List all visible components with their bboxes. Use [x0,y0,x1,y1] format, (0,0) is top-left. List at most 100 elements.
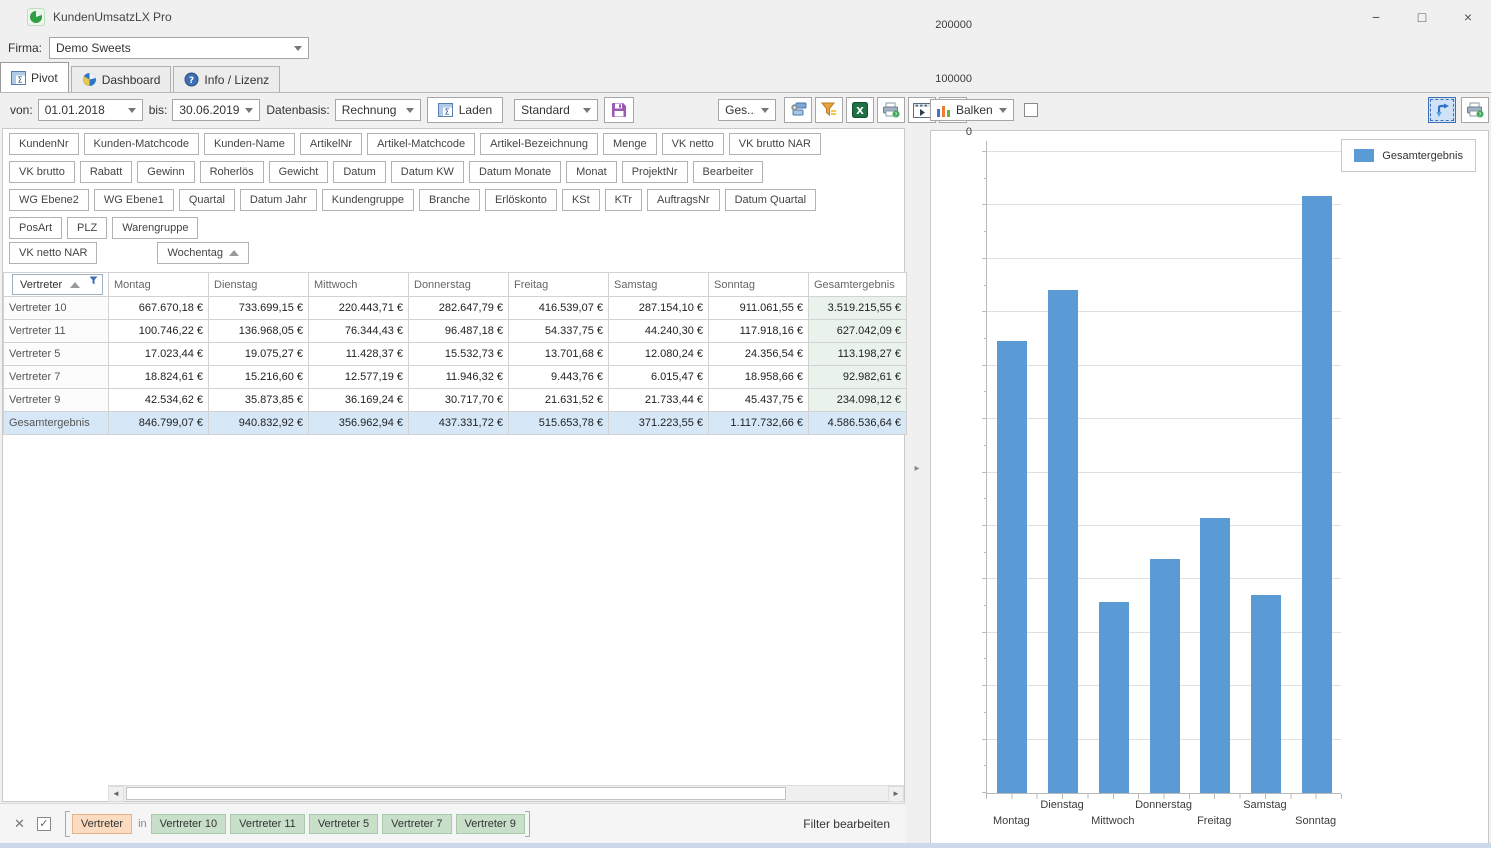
filter-value-chip-vertreter-10[interactable]: Vertreter 10 [151,814,226,834]
pivot-cell[interactable]: 21.733,44 € [609,389,709,412]
row-field-chip[interactable]: Vertreter [12,274,103,295]
pivot-cell[interactable]: 18.958,66 € [709,366,809,389]
field-chip-rabatt[interactable]: Rabatt [80,161,132,183]
pivot-cell[interactable]: 45.437,75 € [709,389,809,412]
column-header-sonntag[interactable]: Sonntag [709,273,809,297]
field-chip-ktr[interactable]: KTr [605,189,642,211]
field-chip-vk-brutto-nar[interactable]: VK brutto NAR [729,133,821,155]
chart-bar-freitag[interactable] [1200,518,1230,793]
field-chip-wg-ebene2[interactable]: WG Ebene2 [9,189,89,211]
field-chip-gewinn[interactable]: Gewinn [137,161,194,183]
field-chip-quartal[interactable]: Quartal [179,189,235,211]
pivot-cell[interactable]: 627.042,09 € [809,320,907,343]
pivot-cell[interactable]: 940.832,92 € [209,412,309,435]
pivot-cell[interactable]: 13.701,68 € [509,343,609,366]
column-field-chip[interactable]: Wochentag [157,242,248,264]
pivot-cell[interactable]: 21.631,52 € [509,389,609,412]
filter-edit-link[interactable]: Filter bearbeiten [803,817,890,831]
pivot-cell[interactable]: 4.586.536,64 € [809,412,907,435]
filter-button[interactable] [815,97,843,123]
pivot-cell[interactable]: 515.653,78 € [509,412,609,435]
pivot-cell[interactable]: 234.098,12 € [809,389,907,412]
pivot-cell[interactable]: 42.534,62 € [109,389,209,412]
field-chip-kundengruppe[interactable]: Kundengruppe [322,189,414,211]
field-chip-bearbeiter[interactable]: Bearbeiter [693,161,764,183]
field-chip-datum-quartal[interactable]: Datum Quartal [725,189,817,211]
print-preview-button[interactable]: ? [877,97,905,123]
pivot-cell[interactable]: 92.982,61 € [809,366,907,389]
field-chip-menge[interactable]: Menge [603,133,657,155]
scrollbar-track[interactable] [124,786,888,802]
chart-bar-samstag[interactable] [1251,595,1281,793]
tab-info-lizenz[interactable]: ? Info / Lizenz [173,66,280,92]
pivot-cell[interactable]: 12.080,24 € [609,343,709,366]
pivot-cell[interactable]: 437.331,72 € [409,412,509,435]
row-header-vertreter-9[interactable]: Vertreter 9 [4,389,109,412]
swap-axes-button[interactable] [1428,97,1456,123]
pivot-cell[interactable]: 113.198,27 € [809,343,907,366]
pivot-cell[interactable]: 220.443,71 € [309,297,409,320]
chart-bar-montag[interactable] [997,341,1027,793]
pivot-cell[interactable]: 35.873,85 € [209,389,309,412]
scroll-left-icon[interactable]: ◄ [108,786,124,802]
save-layout-button[interactable] [604,97,634,123]
field-chip-datum-jahr[interactable]: Datum Jahr [240,189,317,211]
pivot-cell[interactable]: 282.647,79 € [409,297,509,320]
pivot-cell[interactable]: 6.015,47 € [609,366,709,389]
column-header-donnerstag[interactable]: Donnerstag [409,273,509,297]
field-settings-button[interactable] [784,97,812,123]
field-chip-roherlös[interactable]: Roherlös [200,161,264,183]
field-chip-posart[interactable]: PosArt [9,217,62,239]
column-header-freitag[interactable]: Freitag [509,273,609,297]
column-header-gesamtergebnis[interactable]: Gesamtergebnis [809,273,907,297]
field-chip-gewicht[interactable]: Gewicht [269,161,329,183]
pivot-cell[interactable]: 12.577,19 € [309,366,409,389]
column-header-mittwoch[interactable]: Mittwoch [309,273,409,297]
pivot-cell[interactable]: 9.443,76 € [509,366,609,389]
field-chip-kundennr[interactable]: KundenNr [9,133,79,155]
pivot-cell[interactable]: 846.799,07 € [109,412,209,435]
row-header-gesamtergebnis[interactable]: Gesamtergebnis [4,412,109,435]
field-chip-kunden-matchcode[interactable]: Kunden-Matchcode [84,133,199,155]
field-chip-erlöskonto[interactable]: Erlöskonto [485,189,557,211]
filter-active-icon[interactable] [89,276,98,285]
pivot-cell[interactable]: 416.539,07 € [509,297,609,320]
pivot-cell[interactable]: 911.061,55 € [709,297,809,320]
tab-dashboard[interactable]: Dashboard [71,66,172,92]
field-chip-warengruppe[interactable]: Warengruppe [112,217,198,239]
pivot-cell[interactable]: 287.154,10 € [609,297,709,320]
column-header-montag[interactable]: Montag [109,273,209,297]
field-chip-monat[interactable]: Monat [566,161,617,183]
collapse-right-icon[interactable]: ▸ [914,463,919,474]
chart-bar-dienstag[interactable] [1048,290,1078,793]
pivot-cell[interactable]: 44.240,30 € [609,320,709,343]
pivot-cell[interactable]: 136.968,05 € [209,320,309,343]
chart-bar-sonntag[interactable] [1302,196,1332,793]
remove-filter-icon[interactable]: ✕ [14,816,25,832]
von-date-select[interactable]: 01.01.2018 [38,99,143,121]
field-chip-datum-kw[interactable]: Datum KW [391,161,464,183]
field-chip-datum[interactable]: Datum [333,161,385,183]
pivot-cell[interactable]: 15.532,73 € [409,343,509,366]
field-chip-projektnr[interactable]: ProjektNr [622,161,688,183]
chart-bar-donnerstag[interactable] [1150,559,1180,793]
pivot-cell[interactable]: 30.717,70 € [409,389,509,412]
field-chip-kst[interactable]: KSt [562,189,600,211]
row-header-vertreter-7[interactable]: Vertreter 7 [4,366,109,389]
column-header-dienstag[interactable]: Dienstag [209,273,309,297]
filter-field-chip[interactable]: Vertreter [72,814,132,834]
row-header-vertreter-5[interactable]: Vertreter 5 [4,343,109,366]
data-field-chip[interactable]: VK netto NAR [9,242,97,264]
datenbasis-select[interactable]: Rechnung ... [335,99,421,121]
filter-value-chip-vertreter-7[interactable]: Vertreter 7 [382,814,451,834]
field-chip-wg-ebene1[interactable]: WG Ebene1 [94,189,174,211]
pivot-cell[interactable]: 11.428,37 € [309,343,409,366]
panel-splitter[interactable]: ▸ [906,93,928,843]
pivot-cell[interactable]: 18.824,61 € [109,366,209,389]
pivot-cell[interactable]: 1.117.732,66 € [709,412,809,435]
layout-select[interactable]: Standard [514,99,598,121]
field-chip-artikelnr[interactable]: ArtikelNr [300,133,362,155]
pivot-cell[interactable]: 54.337,75 € [509,320,609,343]
filter-value-chip-vertreter-5[interactable]: Vertreter 5 [309,814,378,834]
field-chip-artikel-bezeichnung[interactable]: Artikel-Bezeichnung [480,133,598,155]
